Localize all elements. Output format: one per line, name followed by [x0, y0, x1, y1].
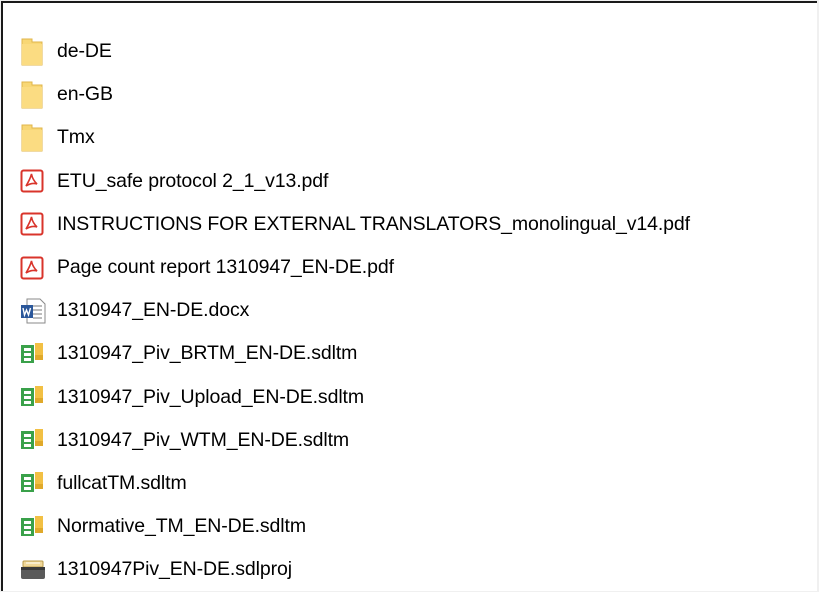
pdf-icon — [20, 253, 50, 283]
file-item-sdlproj[interactable]: 1310947Piv_EN-DE.sdlproj — [20, 548, 810, 591]
sdltm-icon — [20, 382, 50, 412]
file-item-de-DE[interactable]: de-DE — [20, 30, 810, 73]
file-explorer-window: de-DE en-GB Tmx ETU_safe protocol 2_1_v1… — [1, 1, 817, 591]
file-item-piv-upload[interactable]: 1310947_Piv_Upload_EN-DE.sdltm — [20, 376, 810, 419]
folder-icon — [20, 123, 50, 153]
file-item-piv-brtm[interactable]: 1310947_Piv_BRTM_EN-DE.sdltm — [20, 332, 810, 375]
file-name: de-DE — [57, 40, 112, 63]
file-name: 1310947_EN-DE.docx — [57, 299, 250, 322]
file-item-fullcattm[interactable]: fullcatTM.sdltm — [20, 462, 810, 505]
folder-icon — [20, 37, 50, 67]
file-name: INSTRUCTIONS FOR EXTERNAL TRANSLATORS_mo… — [57, 212, 690, 235]
file-item-en-GB[interactable]: en-GB — [20, 73, 810, 116]
file-name: en-GB — [57, 83, 113, 106]
file-list: de-DE en-GB Tmx ETU_safe protocol 2_1_v1… — [20, 30, 810, 591]
file-name: 1310947_Piv_BRTM_EN-DE.sdltm — [57, 342, 358, 365]
file-name: fullcatTM.sdltm — [57, 471, 187, 494]
sdltm-icon — [20, 512, 50, 542]
file-item-tmx[interactable]: Tmx — [20, 116, 810, 159]
file-name: 1310947Piv_EN-DE.sdlproj — [57, 558, 292, 581]
folder-icon — [20, 80, 50, 110]
sdltm-icon — [20, 425, 50, 455]
file-item-normative-tm[interactable]: Normative_TM_EN-DE.sdltm — [20, 505, 810, 548]
file-item-docx[interactable]: 1310947_EN-DE.docx — [20, 289, 810, 332]
sdlproj-icon — [20, 555, 50, 585]
pdf-icon — [20, 166, 50, 196]
file-item-etu-safe-protocol[interactable]: ETU_safe protocol 2_1_v13.pdf — [20, 160, 810, 203]
word-document-icon — [20, 296, 50, 326]
file-name: Page count report 1310947_EN-DE.pdf — [57, 256, 394, 279]
sdltm-icon — [20, 339, 50, 369]
file-item-piv-wtm[interactable]: 1310947_Piv_WTM_EN-DE.sdltm — [20, 419, 810, 462]
file-item-page-count-report[interactable]: Page count report 1310947_EN-DE.pdf — [20, 246, 810, 289]
file-name: Tmx — [57, 126, 95, 149]
pdf-icon — [20, 209, 50, 239]
file-name: ETU_safe protocol 2_1_v13.pdf — [57, 169, 329, 192]
file-name: Normative_TM_EN-DE.sdltm — [57, 515, 306, 538]
sdltm-icon — [20, 468, 50, 498]
file-item-instructions[interactable]: INSTRUCTIONS FOR EXTERNAL TRANSLATORS_mo… — [20, 203, 810, 246]
file-name: 1310947_Piv_Upload_EN-DE.sdltm — [57, 385, 365, 408]
file-name: 1310947_Piv_WTM_EN-DE.sdltm — [57, 428, 350, 451]
